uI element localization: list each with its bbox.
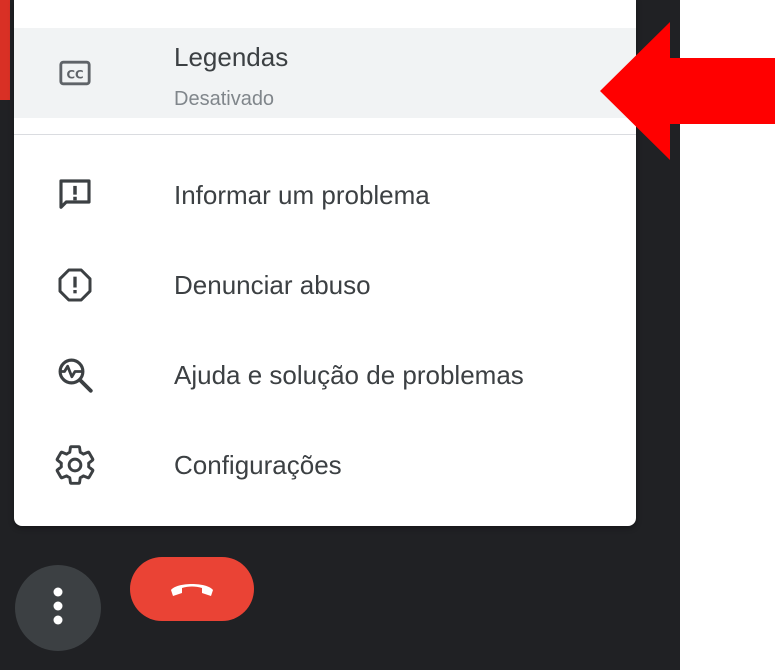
menu-item-label: Configurações xyxy=(174,450,342,480)
menu-item-sublabel: Desativado xyxy=(174,88,275,110)
menu-item-report-abuse[interactable]: Denunciar abuso xyxy=(14,240,636,330)
more-options-button[interactable] xyxy=(15,565,101,651)
phone-hangup-icon xyxy=(169,575,215,604)
more-vertical-icon xyxy=(52,586,64,631)
accent-edge xyxy=(0,0,10,100)
menu-item-label: Ajuda e solução de problemas xyxy=(174,360,524,390)
annotation-arrow xyxy=(600,22,775,160)
menu-item-label: Legendas xyxy=(174,42,289,72)
menu-divider xyxy=(14,134,636,135)
troubleshoot-icon xyxy=(50,350,100,400)
menu-item-captions[interactable]: CC Legendas Desativado xyxy=(14,28,636,118)
menu-item-help[interactable]: Ajuda e solução de problemas xyxy=(14,330,636,420)
settings-icon xyxy=(50,440,100,490)
more-options-menu: CC Legendas Desativado Informar um probl… xyxy=(14,0,636,526)
svg-text:CC: CC xyxy=(66,67,83,81)
menu-item-report-problem[interactable]: Informar um problema xyxy=(14,150,636,240)
hangup-button[interactable] xyxy=(130,557,254,621)
report-icon xyxy=(50,260,100,310)
closed-caption-icon: CC xyxy=(50,48,100,98)
feedback-icon xyxy=(50,170,100,220)
menu-item-label: Denunciar abuso xyxy=(174,270,371,300)
menu-item-label: Informar um problema xyxy=(174,180,430,210)
menu-item-settings[interactable]: Configurações xyxy=(14,420,636,510)
